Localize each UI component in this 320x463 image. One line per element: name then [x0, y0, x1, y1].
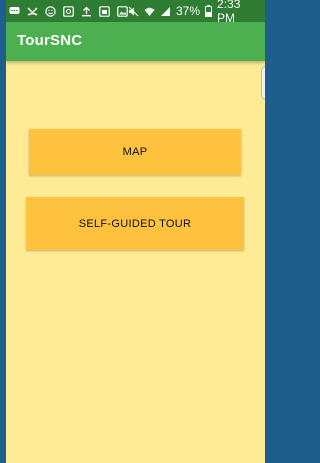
photo-icon [117, 5, 128, 17]
missed-call-icon [27, 6, 38, 17]
smiley-icon [45, 5, 56, 17]
upload-icon [81, 6, 92, 17]
image-icon [63, 5, 74, 17]
message-icon [9, 6, 20, 17]
battery-percent: 37% [176, 4, 201, 18]
signal-icon [160, 6, 171, 17]
device-frame: 37% 2:33 PM TourSNC MAP SELF-GUIDED TOUR [0, 0, 265, 463]
app-screen: 37% 2:33 PM TourSNC MAP SELF-GUIDED TOUR [6, 0, 265, 463]
mute-icon [128, 6, 139, 17]
map-button[interactable]: MAP [29, 129, 241, 175]
edge-panel-handle[interactable] [261, 66, 265, 100]
app-title: TourSNC [17, 32, 83, 49]
self-guided-tour-button[interactable]: SELF-GUIDED TOUR [26, 197, 244, 250]
app-bar: TourSNC [6, 22, 265, 61]
wifi-icon [144, 6, 155, 17]
battery-icon [205, 5, 213, 17]
gallery-icon [99, 5, 110, 17]
status-bar: 37% 2:33 PM [6, 0, 265, 25]
